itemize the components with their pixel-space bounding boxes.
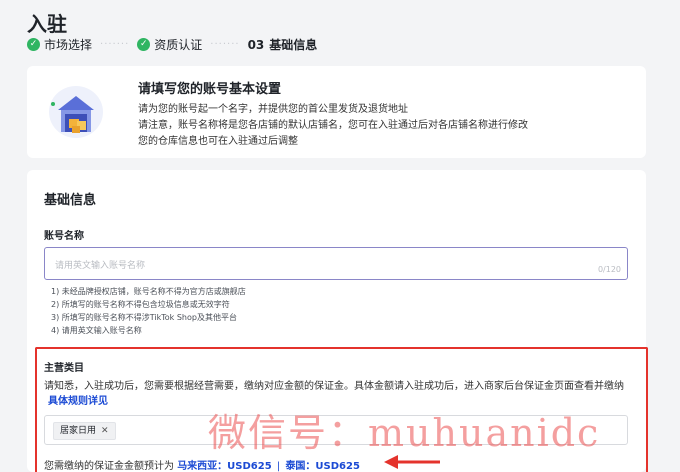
intro-title: 请填写您的账号基本设置: [138, 82, 282, 97]
rule-item: 2) 所填写的账号名称不得包含垃圾信息或无效字符: [51, 300, 230, 309]
rule-item: 4) 请用英文输入账号名称: [51, 326, 142, 335]
check-icon: ✓: [137, 38, 151, 51]
step-divider: ·······: [100, 39, 130, 50]
step-label: 市场选择: [44, 38, 93, 52]
category-tag: 居家日用 ✕: [53, 422, 116, 440]
step-divider: ·······: [210, 39, 240, 50]
close-icon[interactable]: ✕: [101, 423, 109, 439]
step-label: 基础信息: [269, 38, 318, 52]
red-arrow-icon: [384, 455, 440, 469]
account-name-placeholder: 请用英文输入账号名称: [55, 261, 146, 271]
highlight-frame: [35, 347, 648, 472]
category-tag-label: 居家日用: [60, 426, 97, 436]
intro-line: 请注意，账号名称将是您各店铺的默认店铺名，您可在入驻通过后对各店铺名称进行修改: [138, 120, 528, 131]
step-label: 资质认证: [154, 38, 203, 52]
category-description-text: 请知悉，入驻成功后，您需要根据经营需要，缴纳对应金额的保证金。具体金额请入驻成功…: [44, 381, 624, 392]
rule-item: 3) 所填写的账号名称不得涉TikTok Shop及其他平台: [51, 313, 237, 322]
intro-line: 请为您的账号起一个名字，并提供您的首公里发货及退货地址: [138, 104, 408, 115]
section-title: 基础信息: [44, 193, 97, 208]
intro-card: 请填写您的账号基本设置 请为您的账号起一个名字，并提供您的首公里发货及退货地址 …: [27, 66, 646, 158]
progress-steps: ✓ 市场选择 ······· ✓ 资质认证 ······· 03 基础信息: [27, 36, 317, 53]
char-counter: 0/120: [597, 265, 621, 274]
step-number: 03: [247, 37, 265, 52]
intro-line: 您的仓库信息也可在入驻通过后调整: [138, 136, 298, 147]
account-name-label: 账号名称: [44, 231, 84, 242]
rules-detail-link[interactable]: 具体规则详见: [48, 396, 108, 407]
rule-item: 1) 未经品牌授权店铺，账号名称不得为官方店或旗舰店: [51, 287, 246, 296]
step-qualification: ✓ 资质认证: [137, 36, 202, 53]
step-basic-info: 03 基础信息: [248, 36, 318, 53]
deposit-prefix: 您需缴纳的保证金金额预计为: [44, 461, 174, 472]
category-select[interactable]: 居家日用 ✕: [44, 415, 628, 445]
category-description: 请知悉，入驻成功后，您需要根据经营需要，缴纳对应金额的保证金。具体金额请入驻成功…: [44, 379, 634, 409]
deposit-separator: |: [276, 461, 281, 472]
basic-info-form: 基础信息 账号名称 请用英文输入账号名称 0/120 1) 未经品牌授权店铺，账…: [27, 170, 648, 472]
page-title: 入驻: [27, 12, 67, 36]
step-market: ✓ 市场选择: [27, 36, 92, 53]
warehouse-illustration-icon: [49, 86, 103, 138]
check-icon: ✓: [27, 38, 40, 51]
deposit-malaysia: 马来西亚：USD625: [177, 461, 272, 472]
deposit-estimate: 您需缴纳的保证金金额预计为 马来西亚：USD625 | 泰国：USD625: [44, 457, 360, 472]
account-name-input[interactable]: 请用英文输入账号名称 0/120: [44, 247, 628, 280]
category-label: 主营类目: [44, 363, 84, 374]
account-name-rules: 1) 未经品牌授权店铺，账号名称不得为官方店或旗舰店 2) 所填写的账号名称不得…: [51, 285, 246, 337]
deposit-thailand: 泰国：USD625: [285, 461, 360, 472]
